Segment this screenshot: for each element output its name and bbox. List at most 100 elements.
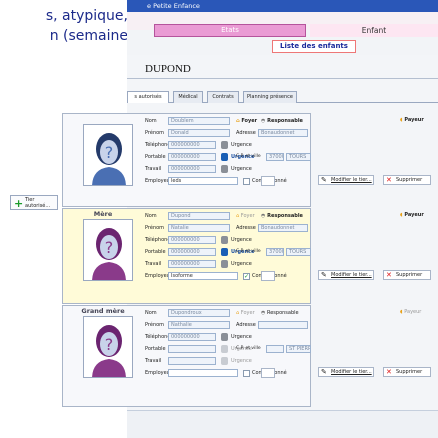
supprimer-button[interactable]: ✕ Supprimer (383, 367, 431, 377)
portable-label: Portable (145, 346, 166, 352)
bottom-strip (127, 410, 438, 438)
work-phone-icon (221, 357, 228, 365)
liste-enfants-button[interactable]: Liste des enfants (272, 40, 356, 53)
payeur-label: Payeur (404, 117, 424, 123)
telephone-label: Téléphone (145, 334, 171, 340)
employeur-field[interactable]: Isoforme (168, 272, 238, 280)
ville-field[interactable]: TOURS (286, 153, 311, 161)
work-phone-icon (221, 165, 228, 173)
tab-etats[interactable]: Etats (154, 24, 306, 37)
payeur-toggle[interactable]: ◖ Payeur (400, 308, 421, 316)
cp-field[interactable]: 37000 (266, 153, 284, 161)
svg-text:?: ? (105, 143, 114, 162)
modifier-label: Modifier le tier... (331, 272, 372, 278)
responsable-toggle[interactable]: ◓ Responsable (261, 117, 303, 125)
cp-field[interactable]: 37000 (266, 248, 284, 256)
foyer-toggle[interactable]: ⌂ Foyer (236, 309, 255, 317)
travail-field[interactable] (168, 357, 216, 365)
cp-ville-label: C.P. et ville (236, 249, 261, 254)
nom-field[interactable]: Doublem (168, 117, 230, 125)
conventionne-checkbox[interactable] (243, 178, 250, 185)
home-icon: ⌂ (236, 118, 240, 124)
prenom-label: Prénom (145, 322, 165, 328)
payeur-label: Payeur (404, 212, 424, 218)
modifier-label: Modifier le tier... (331, 369, 372, 375)
prenom-field[interactable]: Nathalie (168, 321, 230, 329)
travail-field[interactable]: 000000000 (168, 165, 216, 173)
supprimer-label: Supprimer (396, 369, 423, 375)
telephone-label: Téléphone (145, 237, 171, 243)
cp-field[interactable] (266, 345, 284, 353)
nom-label: Nom (145, 213, 157, 219)
modifier-tier-button[interactable] (261, 368, 275, 378)
adresse-field[interactable]: Bonaudonnet (258, 129, 308, 137)
conventionne-checkbox[interactable]: ✓ (243, 273, 250, 280)
ville-field[interactable]: ST PIERRE DE CORPS (286, 345, 311, 353)
responsable-toggle[interactable]: ◓ Responsable (261, 309, 299, 317)
work-phone-icon (221, 260, 228, 268)
cp-ville-label: C.P. et ville (236, 154, 261, 159)
hat-icon: ◓ (261, 118, 266, 124)
background-text-line-1: s, atypique, (45, 8, 128, 24)
telephone-field[interactable]: 000000000 (168, 333, 216, 341)
edit-icon: ✎ (321, 271, 327, 279)
tab-enfant[interactable]: Enfant (310, 24, 438, 37)
modifier-button[interactable]: ✎ Modifier le tier... (318, 270, 374, 280)
foyer-label: Foyer (240, 310, 255, 316)
responsable-label: Responsable (267, 118, 303, 124)
tab-tiers-autorises[interactable]: s autorisés (127, 91, 169, 103)
window-titlebar: e Petite Enfance (127, 0, 438, 12)
tab-planning-presence[interactable]: Planning présence (243, 91, 297, 103)
travail-field[interactable]: 000000000 (168, 260, 216, 268)
modifier-button[interactable]: ✎ Modifier le tier... (318, 367, 374, 377)
svg-text:?: ? (105, 238, 114, 257)
modifier-tier-button[interactable] (261, 271, 275, 281)
portable-field[interactable]: 000000000 (168, 248, 216, 256)
foyer-label: Foyer (240, 213, 255, 219)
adresse-label: Adresse (236, 225, 256, 231)
prenom-field[interactable]: Natalie (168, 224, 230, 232)
hat-icon: ◓ (261, 310, 266, 316)
adresse-field[interactable]: Bonaudonnet (258, 224, 308, 232)
employeur-field[interactable] (168, 369, 238, 377)
payeur-toggle[interactable]: ◖ Payeur (400, 211, 424, 219)
responsable-label: Responsable (267, 213, 303, 219)
tab-medical[interactable]: Médical (173, 91, 203, 103)
nom-field[interactable]: Dupond (168, 212, 230, 220)
portable-field[interactable]: 000000000 (168, 153, 216, 161)
person-avatar: ? (83, 124, 133, 186)
employeur-field[interactable]: leds (168, 177, 238, 185)
supprimer-button[interactable]: ✕ Supprimer (383, 270, 431, 280)
person-card: Grand mère ? Nom Dupondroux Prénom Natha… (62, 305, 311, 407)
tab-contrats[interactable]: Contrats (207, 91, 239, 103)
adresse-field[interactable] (258, 321, 308, 329)
foyer-toggle[interactable]: ⌂ Foyer (236, 212, 255, 220)
portable-label: Portable (145, 154, 166, 160)
supprimer-button[interactable]: ✕ Supprimer (383, 175, 431, 185)
portable-field[interactable] (168, 345, 216, 353)
mobile-icon (221, 248, 228, 256)
nom-field[interactable]: Dupondroux (168, 309, 230, 317)
phone-icon (221, 236, 228, 244)
foyer-toggle[interactable]: ⌂ Foyer (236, 117, 257, 125)
modifier-button[interactable]: ✎ Modifier le tier... (318, 175, 374, 185)
phone-icon (221, 141, 228, 149)
telephone-field[interactable]: 000000000 (168, 141, 216, 149)
payeur-toggle[interactable]: ◖ Payeur (400, 116, 424, 124)
responsable-toggle[interactable]: ◓ Responsable (261, 212, 303, 220)
travail-label: Travail (145, 358, 162, 364)
person-role (63, 114, 143, 124)
telephone-field[interactable]: 000000000 (168, 236, 216, 244)
person-card: Mère ? Nom Dupond Prénom Natalie Télépho… (62, 208, 311, 304)
responsable-label: Responsable (266, 310, 299, 316)
supprimer-label: Supprimer (396, 272, 423, 278)
nom-label: Nom (145, 118, 157, 124)
add-tier-button[interactable]: + Tier autorisé... (10, 195, 58, 210)
payeur-label: Payeur (404, 309, 422, 315)
prenom-label: Prénom (145, 130, 165, 136)
prenom-field[interactable]: Donald (168, 129, 230, 137)
ville-field[interactable]: TOURS (286, 248, 311, 256)
conventionne-checkbox[interactable] (243, 370, 250, 377)
hat-icon: ◓ (261, 213, 266, 219)
modifier-tier-button[interactable] (261, 176, 275, 186)
